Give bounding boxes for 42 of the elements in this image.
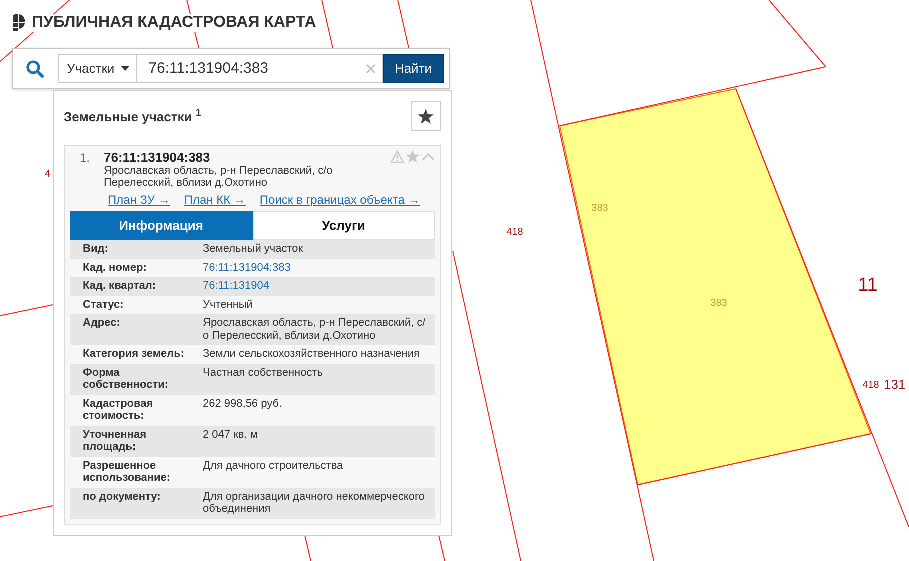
map-label: 4 — [45, 169, 51, 180]
field-label: Вид: — [83, 243, 110, 256]
plan-link[interactable]: Поиск в границах объекта → — [260, 193, 420, 207]
category-dropdown[interactable]: Участки — [58, 54, 137, 83]
cadastral-number: 76:11:131904:383 — [104, 150, 212, 165]
field-label: Кад. номер: — [83, 262, 148, 274]
field-label: Статус: — [83, 298, 125, 311]
field-label: Кад. квартал: — [83, 280, 158, 292]
plan-link[interactable]: План КК → — [184, 193, 246, 207]
address-text: Ярославская область, р-н Переславский, с/о Перелесский, вблизи д.Охотино — [104, 165, 334, 189]
field-label: Форма собственности: — [83, 366, 170, 392]
field-link[interactable]: 76:11:131904 — [203, 280, 435, 292]
field-link[interactable]: 76:11:131904:383 — [203, 262, 435, 274]
plan-link[interactable]: План ЗУ → — [108, 193, 170, 207]
map-label: 418 — [506, 227, 524, 238]
tab[interactable]: Услуги — [252, 211, 435, 240]
search-field[interactable]: 76:11:131904:383 — [136, 54, 383, 83]
item-number: 1. — [79, 151, 92, 165]
field-value: Земельный участок — [203, 243, 304, 256]
field-label: Разрешенное использование: — [83, 460, 172, 484]
field-value: 2 047 кв. м — [203, 428, 259, 442]
map-label: 11 — [858, 275, 878, 296]
field-value: Для дачного строительства — [203, 460, 344, 474]
field-value: 262 998,56 руб. — [203, 398, 284, 412]
field-value: Частная собственность — [203, 366, 324, 380]
map-label: 383 — [592, 203, 608, 214]
map-label: 418 — [862, 380, 880, 391]
field-label: по документу: — [83, 490, 162, 504]
results-title: Земельные участки $^{1}$ — [64, 108, 202, 124]
app-title: ПУБЛИЧНАЯ КАДАСТРОВАЯ КАРТА — [32, 14, 316, 32]
map-label: 383 — [710, 298, 728, 309]
field-value: Земли сельскохозяйственного назначения — [203, 348, 421, 360]
find-button[interactable]: Найти — [383, 54, 444, 83]
map-label: 131 — [884, 377, 906, 392]
field-label: Кадастровая стоимость: — [83, 398, 154, 422]
field-label: Уточненная площадь: — [83, 428, 148, 454]
field-value: Ярославская область, р-н Переславский, с/о Перелесский, вблизи д.Охотино — [203, 317, 427, 342]
field-label: Категория земель: — [83, 348, 186, 360]
field-label: Адрес: — [83, 317, 122, 331]
field-value: Для организации дачного некоммерческого объединения — [203, 490, 426, 516]
field-value: Учтенный — [203, 298, 254, 311]
tab[interactable]: Информация — [70, 211, 252, 240]
